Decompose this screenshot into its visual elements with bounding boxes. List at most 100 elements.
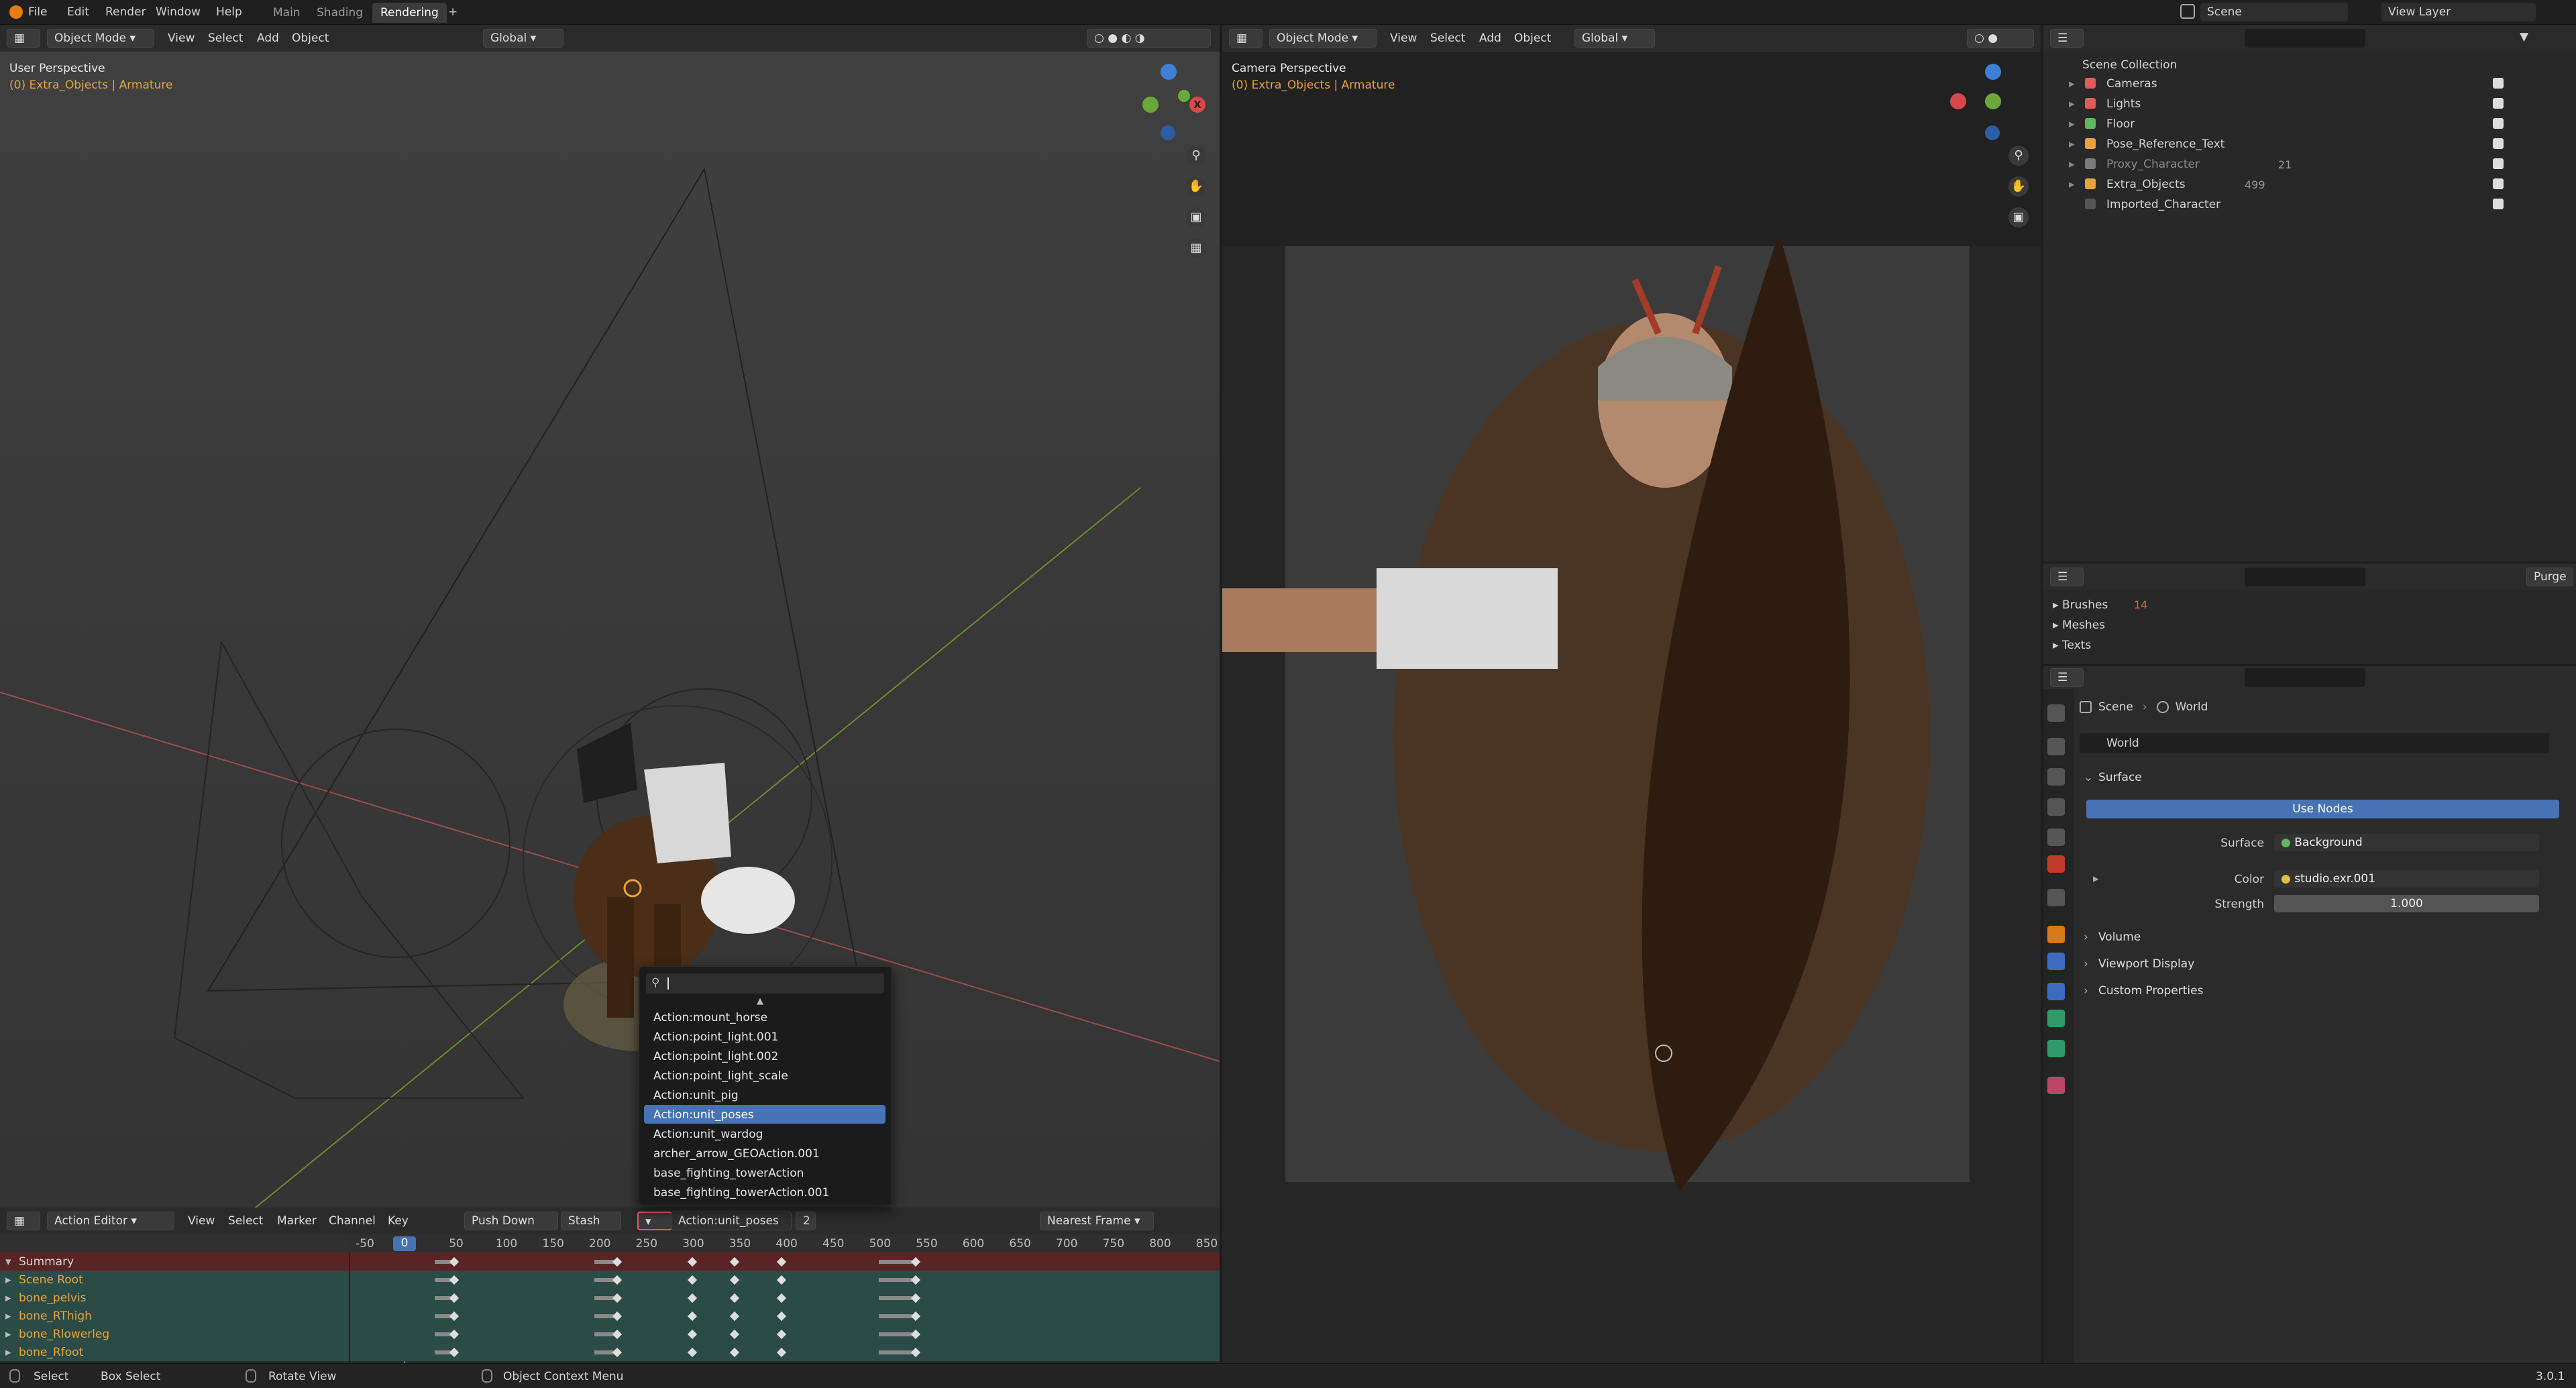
keyframe[interactable]: [776, 1293, 787, 1303]
volume-panel-header[interactable]: › Volume: [2078, 928, 2556, 948]
dropdown-item[interactable]: Action:point_light.001: [644, 1027, 885, 1046]
zoom-icon[interactable]: ⚲: [1186, 146, 1206, 166]
keyframe[interactable]: [687, 1275, 698, 1285]
outliner-row-proxy-character[interactable]: ▸ Proxy_Character 21: [2043, 154, 2516, 174]
menu-add[interactable]: Add: [257, 32, 279, 45]
keyframe[interactable]: [612, 1275, 623, 1285]
add-workspace-button[interactable]: +: [448, 5, 458, 19]
keyframe[interactable]: [910, 1257, 921, 1267]
blendfile-editor-button[interactable]: ☰: [2050, 568, 2084, 586]
gizmo-z-neg[interactable]: [1161, 125, 1175, 140]
tab-main[interactable]: Main: [265, 3, 309, 23]
shading-buttons-2[interactable]: ○ ●: [1967, 29, 2034, 48]
constraints-tab-icon[interactable]: [2047, 1040, 2065, 1057]
menu-file[interactable]: File: [28, 5, 47, 19]
keyframe[interactable]: [729, 1257, 740, 1267]
dropdown-item[interactable]: base_fighting_towerAction.001: [644, 1183, 885, 1202]
object-tab-icon[interactable]: [2047, 926, 2065, 943]
blender-logo-icon[interactable]: [9, 5, 23, 19]
dropdown-item[interactable]: Action:mount_horse: [644, 1008, 885, 1026]
keyframe[interactable]: [687, 1329, 698, 1340]
scene-tab-icon[interactable]: [2047, 829, 2065, 846]
editor-type-button-2[interactable]: ▦: [1229, 29, 1263, 48]
outliner-editor-button[interactable]: ☰: [2050, 29, 2084, 48]
mode-selector-2[interactable]: Object Mode ▾: [1269, 29, 1377, 48]
orientation-selector[interactable]: Global ▾: [483, 29, 564, 48]
blendfile-item-brushes[interactable]: ▸ Brushes: [2053, 598, 2108, 612]
dropdown-item[interactable]: base_fighting_towerAction: [644, 1163, 885, 1182]
filter-icon[interactable]: ▼: [2520, 30, 2537, 46]
mode-selector[interactable]: Object Mode ▾: [47, 29, 154, 48]
blendfile-item-texts[interactable]: ▸ Texts: [2053, 639, 2091, 652]
include-checkbox[interactable]: [2493, 98, 2504, 109]
keyframe[interactable]: [687, 1347, 698, 1358]
menu-view[interactable]: View: [168, 32, 195, 45]
orientation-selector-2[interactable]: Global ▾: [1574, 29, 1655, 48]
render-tab-icon[interactable]: [2047, 738, 2065, 755]
gizmo-x[interactable]: X: [1189, 97, 1205, 113]
include-checkbox[interactable]: [2493, 178, 2504, 189]
gizmo-y-pos[interactable]: [1178, 90, 1190, 102]
shading-buttons[interactable]: ○ ● ◐ ◑: [1087, 29, 1211, 48]
collection-tab-icon[interactable]: [2047, 889, 2065, 906]
keyframe[interactable]: [729, 1329, 740, 1340]
purge-button[interactable]: Purge: [2526, 568, 2573, 586]
include-checkbox[interactable]: [2493, 78, 2504, 89]
keyframe[interactable]: [729, 1275, 740, 1285]
use-nodes-button[interactable]: Use Nodes: [2086, 800, 2559, 818]
menu-edit[interactable]: Edit: [67, 5, 89, 19]
right-viewport[interactable]: Camera Perspective (0) Extra_Objects | A…: [1222, 52, 2041, 1363]
tool-tab-icon[interactable]: [2047, 704, 2065, 722]
camera-view-icon[interactable]: ▣: [1186, 207, 1206, 227]
modifier-tab-icon[interactable]: [2047, 953, 2065, 970]
include-checkbox[interactable]: [2493, 138, 2504, 149]
surface-shader-field[interactable]: ● Background: [2274, 834, 2539, 851]
keyframe[interactable]: [910, 1311, 921, 1322]
outliner-row-imported-character[interactable]: Imported_Character: [2043, 194, 2516, 214]
world-tab-icon[interactable]: [2047, 855, 2065, 873]
dropdown-item[interactable]: Action:unit_wardog: [644, 1124, 885, 1143]
breadcrumb-scene[interactable]: Scene: [2098, 700, 2133, 714]
menu-help[interactable]: Help: [216, 5, 242, 19]
keyframe[interactable]: [612, 1257, 623, 1267]
keyframe[interactable]: [612, 1329, 623, 1340]
keyframe[interactable]: [449, 1347, 460, 1358]
output-tab-icon[interactable]: [2047, 768, 2065, 786]
menu-view-2[interactable]: View: [1390, 32, 1417, 45]
world-datablock-field[interactable]: World: [2080, 733, 2549, 753]
color-expand-arrow[interactable]: ▸: [2093, 872, 2099, 886]
outliner-row-pose-reference[interactable]: ▸ Pose_Reference_Text: [2043, 134, 2516, 154]
menu-object-2[interactable]: Object: [1514, 32, 1551, 45]
strength-field[interactable]: 1.000: [2274, 895, 2539, 912]
gizmo-z[interactable]: [1161, 64, 1177, 80]
menu-window[interactable]: Window: [156, 5, 201, 19]
dropdown-item[interactable]: Action:unit_pig: [644, 1085, 885, 1104]
breadcrumb-world[interactable]: World: [2176, 700, 2208, 714]
blendfile-item-meshes[interactable]: ▸ Meshes: [2053, 619, 2105, 632]
dropdown-item[interactable]: Action:point_light_scale: [644, 1066, 885, 1085]
physics-tab-icon[interactable]: [2047, 1010, 2065, 1027]
keyframe[interactable]: [449, 1275, 460, 1285]
camera-view-icon-2[interactable]: ▣: [2008, 207, 2029, 227]
viewport-display-panel-header[interactable]: › Viewport Display: [2078, 955, 2556, 975]
gizmo-y[interactable]: [1142, 97, 1159, 113]
grid-toggle-icon[interactable]: ▦: [1186, 238, 1206, 258]
view-layer-tab-icon[interactable]: [2047, 798, 2065, 816]
keyframe[interactable]: [449, 1329, 460, 1340]
keyframe[interactable]: [776, 1329, 787, 1340]
keyframe[interactable]: [910, 1293, 921, 1303]
outliner-row-floor[interactable]: ▸ Floor: [2043, 113, 2516, 134]
view-layer-selector[interactable]: View Layer: [2381, 3, 2536, 21]
scene-collection-label[interactable]: Scene Collection: [2082, 58, 2177, 72]
custom-properties-panel-header[interactable]: › Custom Properties: [2078, 981, 2556, 1002]
pan-hand-icon-2[interactable]: ✋: [2008, 176, 2029, 197]
dropdown-item[interactable]: archer_arrow_GEOAction.001: [644, 1144, 885, 1163]
keyframe[interactable]: [612, 1347, 623, 1358]
keyframe[interactable]: [612, 1311, 623, 1322]
gizmo-z-2[interactable]: [1985, 64, 2001, 80]
dropdown-item[interactable]: Action:point_light.002: [644, 1047, 885, 1065]
keyframe[interactable]: [910, 1347, 921, 1358]
keyframe[interactable]: [776, 1347, 787, 1358]
keyframe[interactable]: [449, 1293, 460, 1303]
include-checkbox[interactable]: [2493, 199, 2504, 209]
